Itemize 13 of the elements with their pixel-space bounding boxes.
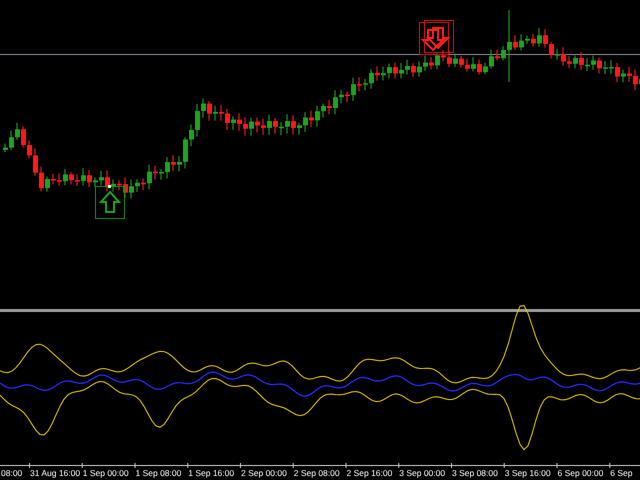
time-axis-label: 2 Sep 16:00 (346, 468, 392, 479)
time-axis-label: 2 Sep 08:00 (294, 468, 340, 479)
time-axis-label: 6 Sep (610, 468, 632, 479)
time-axis-label: 3 Sep 00:00 (399, 468, 446, 479)
time-axis-label: 1 Sep 16:00 (188, 468, 234, 479)
time-axis-label: 1 Sep 08:00 (136, 468, 182, 479)
time-axis-label: 3 Sep 16:00 (504, 468, 551, 479)
time-axis-label: 31 Aug 16:00 (30, 468, 80, 479)
time-axis-label: 08:00 (1, 468, 22, 479)
time-axis-label: 1 Sep 00:00 (82, 468, 129, 479)
time-axis-label: 3 Sep 08:00 (452, 468, 498, 479)
time-axis-label: 6 Sep 00:00 (558, 468, 604, 479)
time-axis-label: 2 Sep 00:00 (241, 468, 287, 479)
